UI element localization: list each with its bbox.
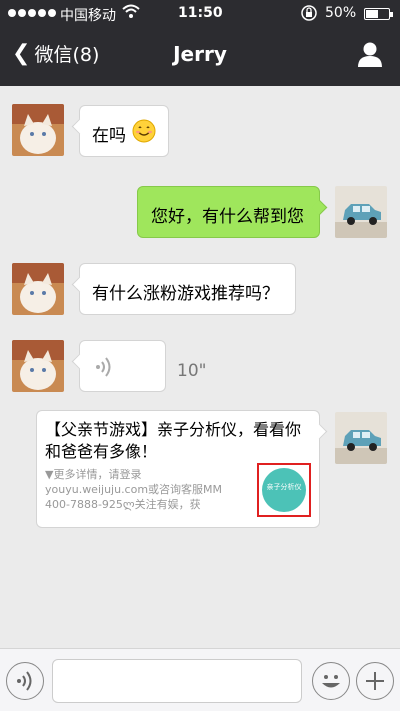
emoji-button[interactable] <box>312 662 350 700</box>
card-detail-line: youyu.weijuju.com或咨询客服MM <box>45 483 223 496</box>
card-detail-line: ▼更多详情，请登录 <box>45 468 142 481</box>
smiley-emoji-icon <box>132 119 156 148</box>
contact-avatar[interactable] <box>12 263 64 315</box>
navigation-bar: ❮ 微信(8) Jerry <box>0 28 400 86</box>
plus-icon <box>366 672 384 690</box>
voice-icon <box>17 671 32 691</box>
signal-strength-icon <box>8 9 56 17</box>
contact-avatar[interactable] <box>12 104 64 156</box>
card-detail: ▼更多详情，请登录 youyu.weijuju.com或咨询客服MM 400-7… <box>45 467 257 512</box>
message-bubble[interactable]: 您好，有什么帮到您 <box>137 186 320 238</box>
voice-message-bubble[interactable] <box>79 340 166 392</box>
clock: 11:50 <box>178 5 223 21</box>
message-text: 您好，有什么帮到您 <box>151 207 304 227</box>
message-bubble[interactable]: 在吗 <box>79 105 169 157</box>
status-bar: 中国移动 11:50 50% <box>0 0 400 28</box>
chat-title: Jerry <box>173 42 227 66</box>
battery-icon <box>364 8 393 20</box>
top-bar: 中国移动 11:50 50% ❮ 微信(8) Jerry <box>0 0 400 86</box>
card-title: 【父亲节游戏】亲子分析仪，看看你和爸爸有多像！ <box>45 420 302 461</box>
card-detail-line: 400-7888-925ლ关注有娱，获 <box>45 498 201 511</box>
message-bubble[interactable]: 有什么涨粉游戏推荐吗？ <box>79 263 296 315</box>
message-text: 有什么涨粉游戏推荐吗？ <box>92 284 279 304</box>
card-thumbnail-text: 亲子分析仪 <box>262 468 306 512</box>
carrier-label: 中国移动 <box>60 8 116 24</box>
input-bar <box>0 648 400 711</box>
message-text: 在吗 <box>92 126 126 146</box>
my-avatar[interactable] <box>335 186 387 238</box>
voice-input-button[interactable] <box>6 662 44 700</box>
link-card[interactable]: 【父亲节游戏】亲子分析仪，看看你和爸爸有多像！ ▼更多详情，请登录 youyu.… <box>36 410 320 528</box>
rotation-lock-icon <box>300 4 318 26</box>
more-button[interactable] <box>356 662 394 700</box>
contact-avatar[interactable] <box>12 340 64 392</box>
wifi-icon <box>122 3 140 23</box>
my-avatar[interactable] <box>335 412 387 464</box>
voice-wave-icon <box>95 356 115 383</box>
emoji-icon <box>322 675 340 688</box>
voice-duration: 10" <box>177 361 207 381</box>
message-input[interactable] <box>52 659 302 703</box>
card-thumbnail[interactable]: 亲子分析仪 <box>257 463 311 517</box>
battery-percent: 50% <box>325 5 357 21</box>
profile-icon[interactable] <box>356 40 384 68</box>
